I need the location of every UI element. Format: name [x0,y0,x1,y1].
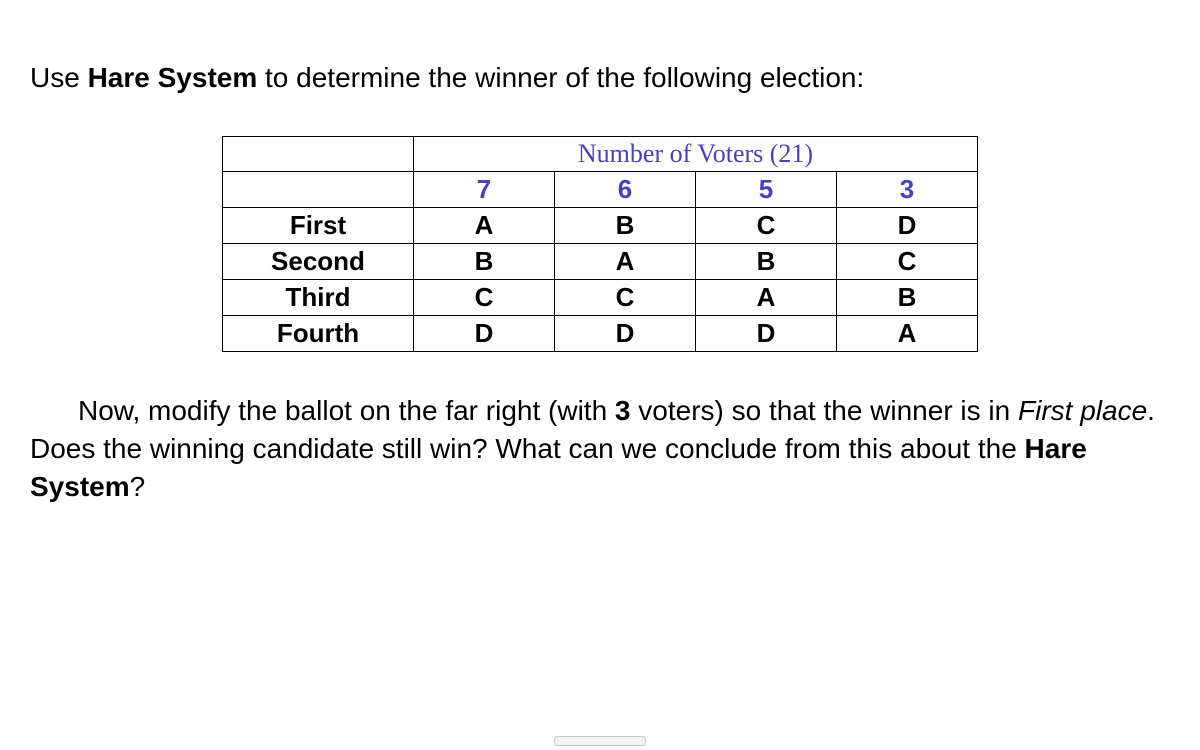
header-blank-cell [223,137,414,172]
question-paragraph: Now, modify the ballot on the far right … [30,392,1170,505]
ballot-cell: A [837,316,978,352]
table-row: Second B A B C [223,244,978,280]
header-voters-label: Number of Voters (21) [414,137,978,172]
ballot-cell: D [696,316,837,352]
ballot-cell: B [414,244,555,280]
q-bold-3: 3 [615,395,631,426]
ballot-cell: A [696,280,837,316]
table-row: Fourth D D D A [223,316,978,352]
q-part1a: Now, modify the ballot on the far right … [78,395,615,426]
ballot-cell: B [555,208,696,244]
counts-blank-cell [223,172,414,208]
ballot-cell: C [414,280,555,316]
table-row: Third C C A B [223,280,978,316]
count-cell: 5 [696,172,837,208]
ballot-cell: A [555,244,696,280]
intro-after: to determine the winner of the following… [257,62,864,93]
ballot-cell: B [696,244,837,280]
table-header-row: Number of Voters (21) [223,137,978,172]
ballot-cell: C [555,280,696,316]
q-part1b: voters) so that the winner is in [631,395,1019,426]
ballot-cell: D [555,316,696,352]
count-cell: 6 [555,172,696,208]
intro-bold-term: Hare System [88,62,258,93]
ballot-table: Number of Voters (21) 7 6 5 3 First A B … [222,136,978,352]
ballot-cell: C [696,208,837,244]
row-label: First [223,208,414,244]
row-label: Third [223,280,414,316]
table-row: First A B C D [223,208,978,244]
ballot-cell: A [414,208,555,244]
count-cell: 7 [414,172,555,208]
row-label: Fourth [223,316,414,352]
table-counts-row: 7 6 5 3 [223,172,978,208]
resize-handle-icon [554,736,646,746]
q-part3: ? [130,471,146,502]
intro-line: Use Hare System to determine the winner … [30,60,1170,96]
page-content: Use Hare System to determine the winner … [0,0,1200,506]
count-cell: 3 [837,172,978,208]
q-first-place: First place [1018,395,1147,426]
ballot-cell: B [837,280,978,316]
ballot-cell: C [837,244,978,280]
row-label: Second [223,244,414,280]
ballot-cell: D [414,316,555,352]
intro-before: Use [30,62,88,93]
ballot-cell: D [837,208,978,244]
